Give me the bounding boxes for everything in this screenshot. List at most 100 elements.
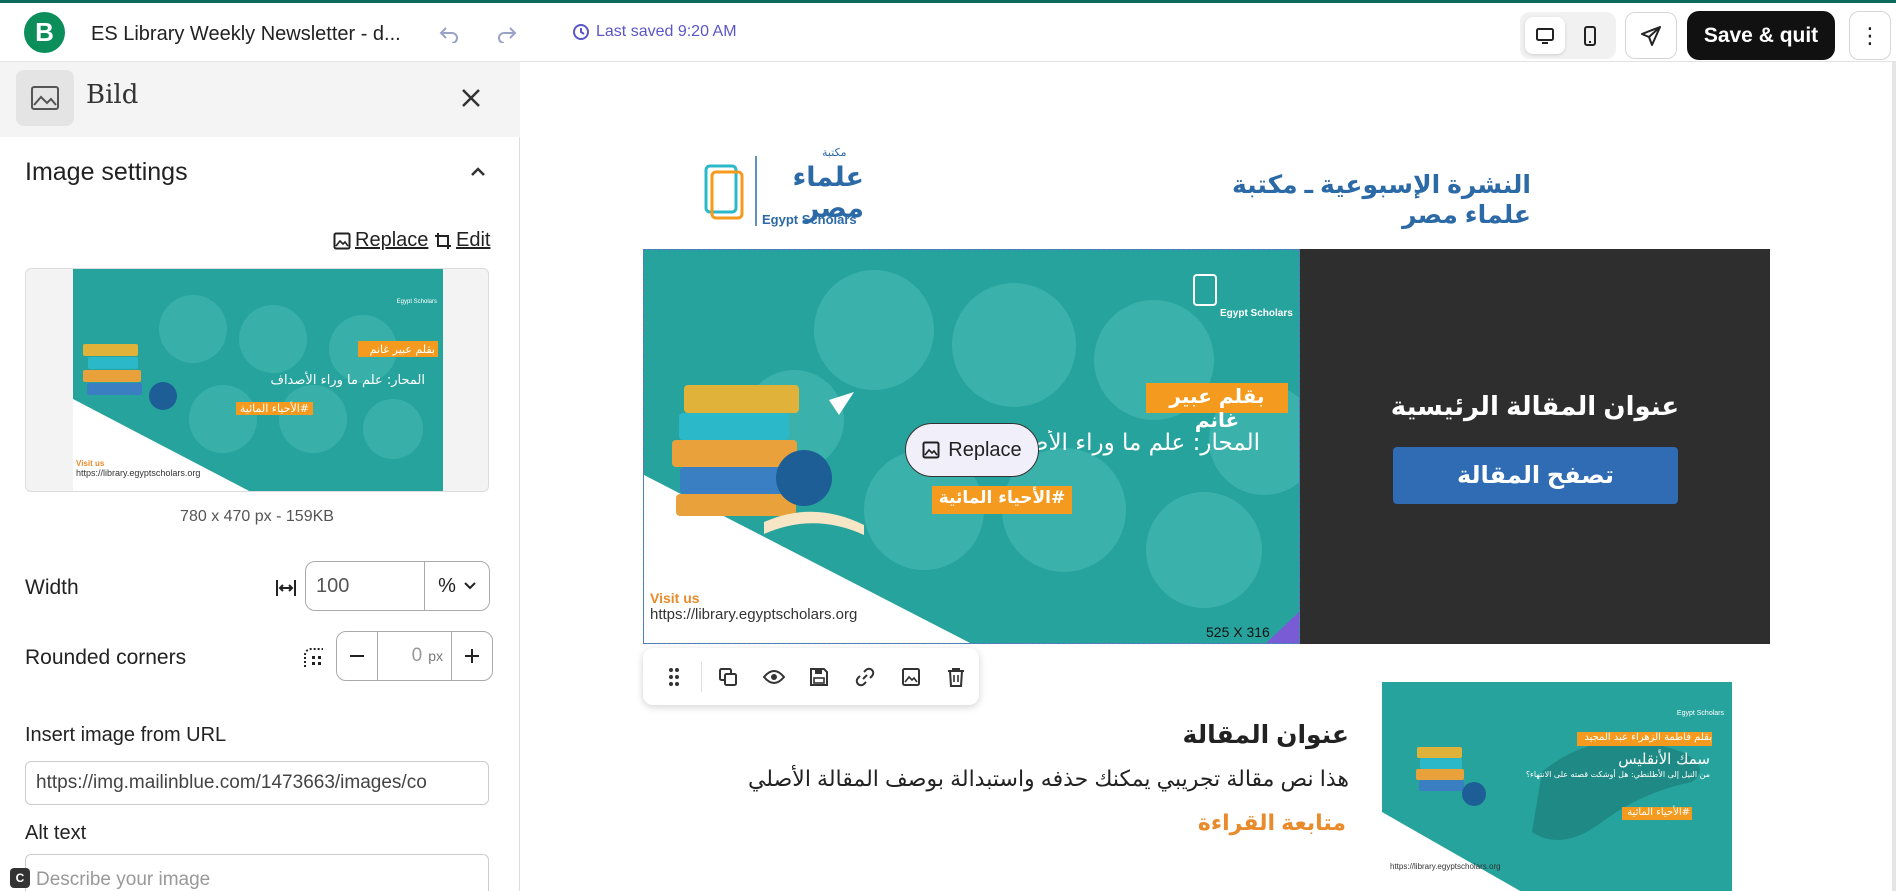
- preview-image: بقلم عبير غانم المحار: علم ما وراء الأصد…: [73, 269, 443, 491]
- change-image-button[interactable]: [888, 657, 934, 697]
- save-block-button[interactable]: [797, 657, 843, 697]
- duplicate-button[interactable]: [706, 657, 752, 697]
- trash-icon: [948, 667, 965, 687]
- hero-headline: المحار: علم ما وراء الأصداف: [986, 430, 1260, 456]
- image-icon: [333, 232, 351, 249]
- desktop-view-button[interactable]: [1525, 17, 1565, 54]
- send-test-button[interactable]: [1625, 12, 1677, 59]
- hero-text-block[interactable]: عنوان المقالة الرئيسية تصفح المقالة: [1300, 249, 1770, 644]
- article-img-author: بقلم فاطمة الزهراء عبد المجيد: [1584, 732, 1712, 743]
- canvas-scrollbar[interactable]: [1892, 62, 1896, 891]
- hero-visit-label: Visit us: [650, 590, 700, 606]
- image-url-label: Insert image from URL: [25, 724, 227, 746]
- view-toggle: [1520, 12, 1616, 59]
- replace-image-link[interactable]: Replace: [333, 229, 428, 252]
- redo-button[interactable]: [494, 21, 520, 47]
- undo-icon: [439, 27, 458, 43]
- logo-letter: B: [35, 17, 54, 47]
- image-preview[interactable]: بقلم عبير غانم المحار: علم ما وراء الأصد…: [25, 268, 489, 492]
- preview-hashtag: #الأحياء المائية: [235, 402, 313, 415]
- library-logo: مكتبة علماء مصر Egypt Scholars: [704, 146, 864, 232]
- width-unit: %: [438, 574, 456, 597]
- email-canvas: مكتبة علماء مصر Egypt Scholars النشرة ال…: [521, 62, 1896, 891]
- rounded-value: 0: [411, 645, 423, 666]
- collapse-section-button[interactable]: [470, 162, 486, 183]
- desktop-icon: [1536, 27, 1554, 44]
- document-title[interactable]: ES Library Weekly Newsletter - d...: [91, 23, 401, 46]
- rounded-corners-value[interactable]: 0 px: [377, 632, 452, 680]
- c-badge[interactable]: C: [10, 868, 30, 888]
- article-img-subtitle: من النيل إلى الأطلنطي: هل أوشكت قصته على…: [1525, 770, 1710, 779]
- image-dimensions: 525 X 316: [1206, 624, 1270, 640]
- drag-handle-icon: [668, 667, 679, 686]
- logo-text-english: Egypt Scholars: [762, 212, 857, 227]
- save-status: Last saved 9:20 AM: [572, 23, 737, 41]
- image-meta: 780 x 470 px - 159KB: [180, 508, 334, 525]
- width-input[interactable]: 100 %: [305, 561, 490, 611]
- width-value[interactable]: 100: [306, 562, 425, 610]
- image-settings-panel: Bild Image settings Replace Edit بقلم عب…: [0, 62, 520, 891]
- preview-author-tag: بقلم عبير غانم: [369, 343, 435, 356]
- decrement-button[interactable]: [337, 632, 377, 680]
- replace-pill-label: Replace: [948, 438, 1022, 461]
- brevo-logo[interactable]: B: [24, 12, 65, 53]
- more-options-button[interactable]: ⋮: [1849, 11, 1891, 60]
- article-image[interactable]: Egypt Scholars بقلم فاطمة الزهراء عبد ال…: [1382, 682, 1732, 891]
- hero-hashtag: #الأحياء المائية: [938, 488, 1066, 508]
- minus-icon: [350, 655, 364, 657]
- visibility-button[interactable]: [751, 657, 797, 697]
- mobile-view-button[interactable]: [1570, 17, 1610, 54]
- main-article-title: عنوان المقالة الرئيسية: [1390, 391, 1680, 421]
- hero-author-tag: بقلم عبير غانم: [1169, 384, 1265, 432]
- top-bar: B ES Library Weekly Newsletter - d... La…: [0, 0, 1896, 62]
- read-more-link[interactable]: متابعة القراءة: [1121, 810, 1346, 836]
- block-toolbar: [643, 648, 979, 705]
- close-panel-button[interactable]: [460, 82, 482, 114]
- article-body: هذا نص مقالة تجريبي يمكنك حذفه واستبدالة…: [747, 766, 1349, 791]
- duplicate-icon: [719, 667, 738, 686]
- panel-title: Bild: [86, 80, 139, 110]
- alt-text-input[interactable]: Describe your image: [25, 854, 489, 891]
- link-icon: [855, 667, 875, 686]
- article-title: عنوان المقالة: [1182, 721, 1349, 749]
- image-icon: [922, 441, 940, 459]
- image-settings-heading[interactable]: Image settings: [25, 158, 188, 187]
- article-img-url: https://library.egyptscholars.org: [1390, 862, 1501, 871]
- hero-image[interactable]: Egypt Scholars بقلم عبير غانم المحار: عل…: [643, 249, 1300, 644]
- replace-image-button[interactable]: Replace: [905, 423, 1039, 477]
- panel-header: Bild: [0, 62, 520, 137]
- chevron-down-icon: [464, 582, 476, 590]
- last-saved-text: Last saved 9:20 AM: [596, 23, 737, 40]
- chevron-up-icon: [471, 167, 485, 176]
- link-button[interactable]: [842, 657, 888, 697]
- eye-icon: [762, 669, 785, 684]
- save-icon: [810, 667, 829, 686]
- corner-radius-icon: [303, 647, 325, 669]
- newsletter-title: النشرة الإسبوعية ـ مكتبة علماء مصر: [1232, 171, 1531, 229]
- redo-icon: [498, 27, 517, 43]
- drag-handle[interactable]: [651, 657, 697, 697]
- article-img-headline: سمك الأنقليس: [1618, 750, 1710, 768]
- edit-image-link[interactable]: Edit: [434, 229, 490, 252]
- image-icon: [901, 667, 920, 686]
- save-quit-button[interactable]: Save & quit: [1687, 11, 1835, 60]
- delete-button[interactable]: [933, 657, 979, 697]
- rounded-corners-stepper[interactable]: 0 px: [336, 631, 493, 681]
- send-icon: [1641, 25, 1661, 46]
- undo-button[interactable]: [436, 21, 462, 47]
- history-icon: [573, 24, 589, 40]
- toolbar-divider: [700, 661, 702, 692]
- preview-logo-text: Egypt Scholars: [396, 299, 437, 305]
- hero-visit-url: https://library.egyptscholars.org: [650, 606, 858, 623]
- increment-button[interactable]: [452, 632, 492, 680]
- replace-label: Replace: [355, 229, 429, 251]
- article-img-hashtag: #الأحياء المائية: [1627, 807, 1690, 818]
- rounded-unit: px: [428, 648, 443, 664]
- preview-visit-label: Visit us: [76, 459, 105, 468]
- width-label: Width: [25, 576, 79, 599]
- width-unit-select[interactable]: %: [425, 562, 489, 610]
- browse-article-button[interactable]: تصفح المقالة: [1393, 447, 1678, 504]
- image-url-input[interactable]: https://img.mailinblue.com/1473663/image…: [25, 761, 489, 805]
- edit-label: Edit: [456, 229, 491, 251]
- hero-logo-text: Egypt Scholars: [1220, 308, 1293, 319]
